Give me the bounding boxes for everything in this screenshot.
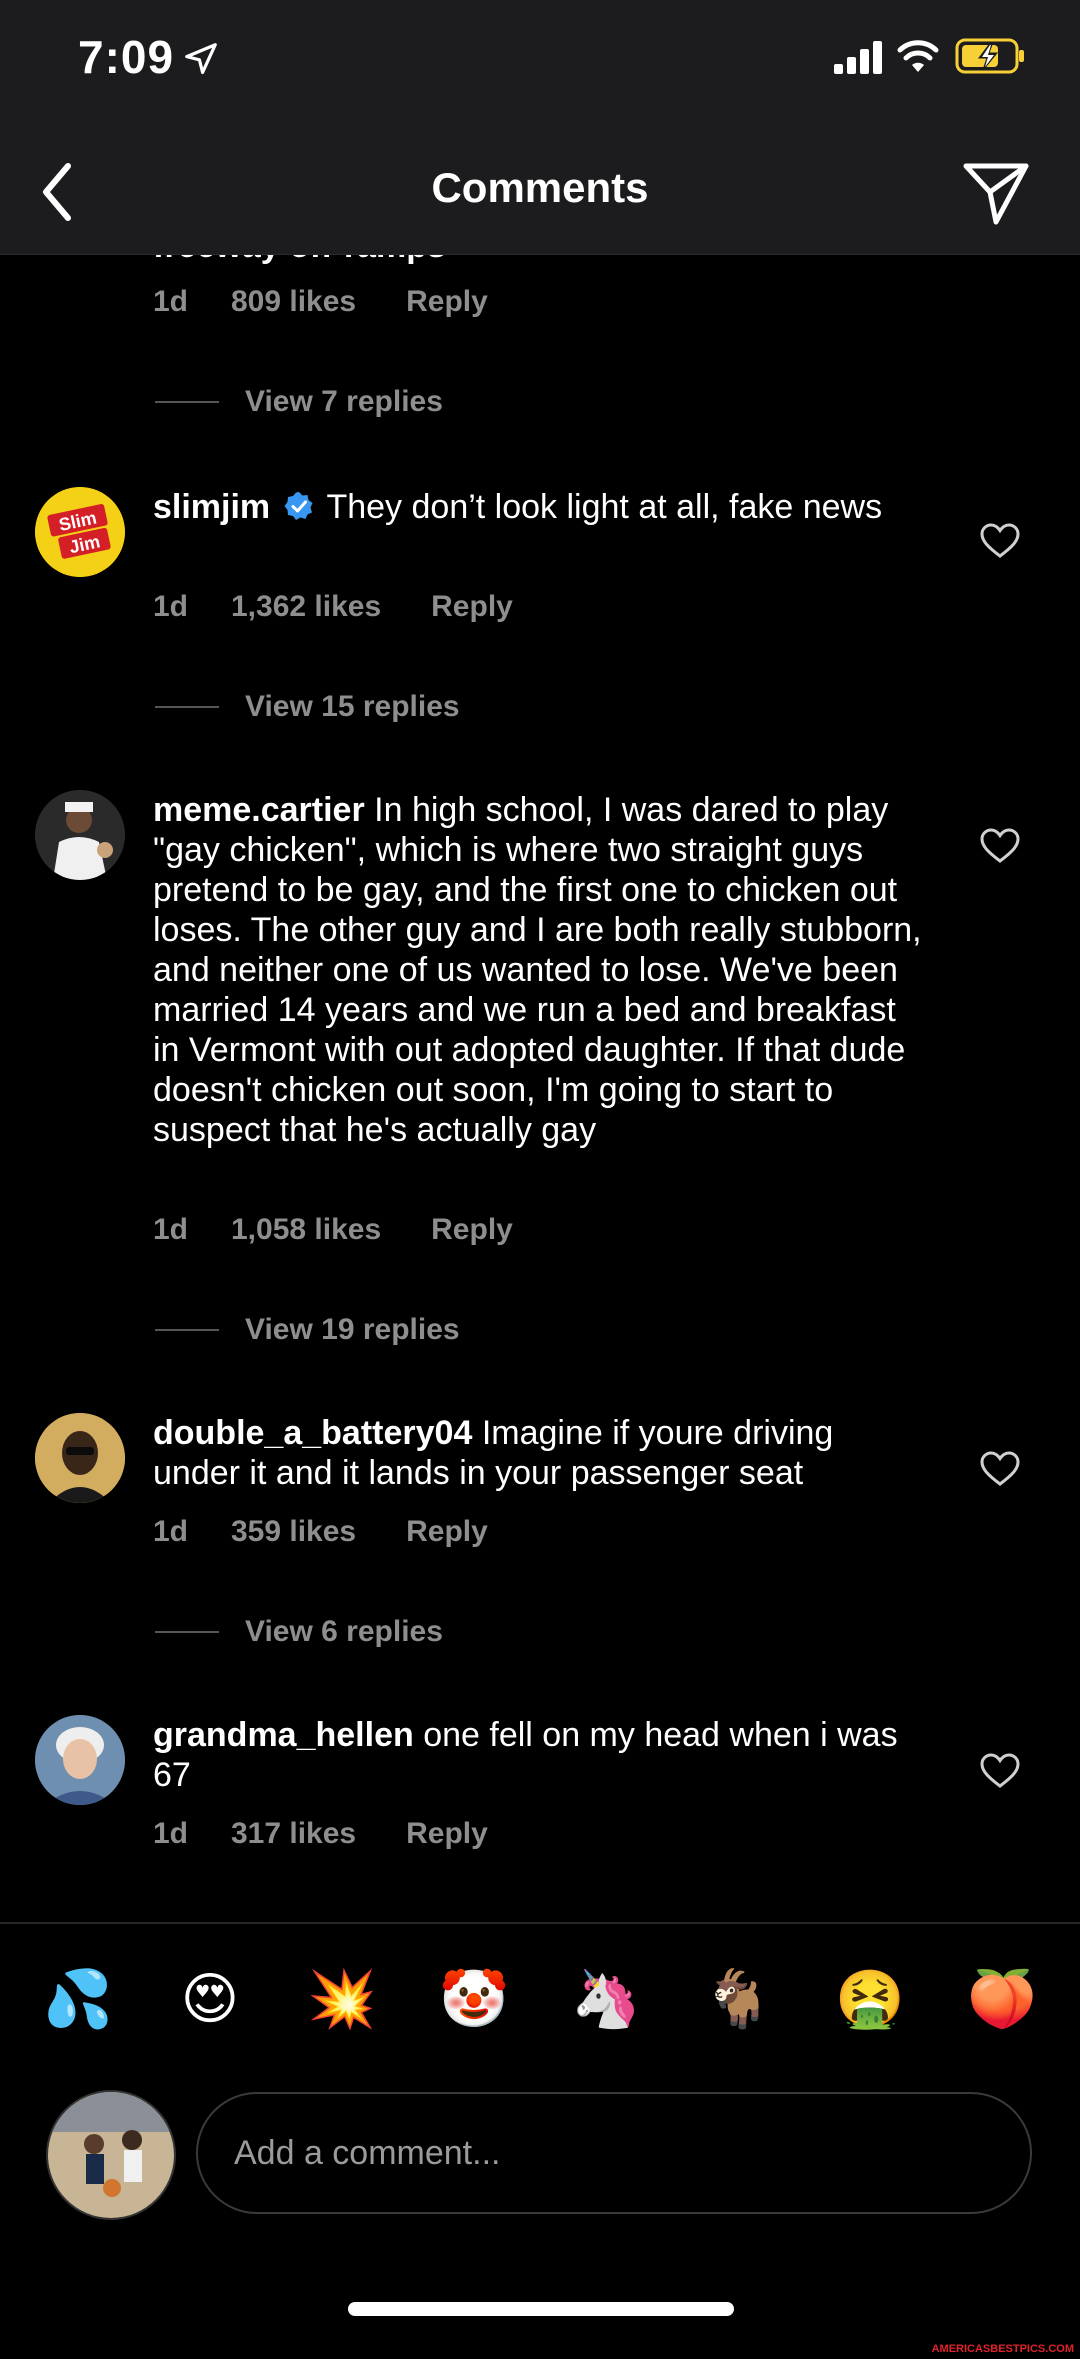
comment-username[interactable]: double_a_battery04	[153, 1414, 472, 1452]
comment-meta: 1d 317 likes Reply	[153, 1817, 488, 1851]
like-heart-icon[interactable]	[980, 1753, 1020, 1789]
partial-comment-text: freeway off-ramps	[153, 255, 446, 266]
comment-meta: 1d 809 likes Reply	[153, 285, 488, 319]
avatar-double-a-battery04[interactable]	[35, 1413, 125, 1503]
comment-meta: 1d 1,058 likes Reply	[153, 1213, 513, 1247]
status-bar: 7:09	[0, 0, 1080, 130]
reply-button[interactable]: Reply	[431, 590, 513, 624]
view-replies-button[interactable]: View 6 replies	[155, 1615, 443, 1649]
comment-username[interactable]: slimjim	[153, 488, 270, 526]
slimjim-logo-icon: Slim Jim	[35, 487, 125, 577]
wifi-icon	[897, 40, 939, 72]
watermark: AMERICASBESTPICS.COM	[931, 2343, 1074, 2355]
view-replies-button[interactable]: View 19 replies	[155, 1313, 460, 1347]
like-heart-icon[interactable]	[980, 1451, 1020, 1487]
comment-time: 1d	[153, 590, 189, 623]
view-replies-button[interactable]: View 7 replies	[155, 385, 443, 419]
replies-divider-line	[155, 1329, 219, 1331]
location-arrow-icon	[185, 43, 217, 75]
vomiting-emoji-button[interactable]: 🤮	[830, 1965, 910, 2035]
comment-meta: 1d 1,362 likes Reply	[153, 590, 513, 624]
user-photo-icon	[35, 1413, 125, 1503]
avatar-grandma-hellen[interactable]	[35, 1715, 125, 1805]
send-direct-icon[interactable]	[960, 156, 1032, 228]
sweat-droplets-emoji-button[interactable]: 💦	[38, 1965, 118, 2035]
comments-header: Comments	[0, 130, 1080, 255]
comment-likes[interactable]: 359 likes	[231, 1515, 356, 1549]
status-time: 7:09	[78, 31, 175, 83]
comment-likes[interactable]: 1,362 likes	[231, 590, 381, 624]
comment-time: 1d	[153, 285, 189, 318]
comment-body: grandma_hellen one fell on my head when …	[153, 1715, 923, 1795]
replies-divider-line	[155, 706, 219, 708]
comment-likes[interactable]: 809 likes	[231, 285, 356, 319]
clown-emoji-button[interactable]: 🤡	[434, 1965, 514, 2035]
reply-button[interactable]: Reply	[406, 1515, 488, 1549]
comment-time: 1d	[153, 1817, 189, 1850]
comments-list: freeway off-ramps 1d 809 likes Reply Vie…	[0, 255, 1080, 1920]
heart-eyes-emoji-button[interactable]: 😍	[170, 1965, 250, 2035]
peach-emoji-button[interactable]: 🍑	[962, 1965, 1042, 2035]
comment-meta: 1d 359 likes Reply	[153, 1515, 488, 1549]
view-replies-label: View 7 replies	[245, 385, 443, 418]
comment-body: slimjim They don’t look light at all, fa…	[153, 487, 923, 527]
view-replies-button[interactable]: View 15 replies	[155, 690, 460, 724]
like-heart-icon[interactable]	[980, 828, 1020, 864]
like-heart-icon[interactable]	[980, 523, 1020, 559]
user-photo-icon	[48, 2092, 174, 2218]
reply-button[interactable]: Reply	[431, 1213, 513, 1247]
comment-username[interactable]: meme.cartier	[153, 791, 365, 829]
cellular-signal-icon	[834, 41, 882, 74]
view-replies-label: View 6 replies	[245, 1615, 443, 1648]
user-photo-icon	[35, 790, 125, 880]
comment-likes[interactable]: 1,058 likes	[231, 1213, 381, 1247]
replies-divider-line	[155, 1631, 219, 1633]
collision-emoji-button[interactable]: 💥	[302, 1965, 382, 2035]
comment-time: 1d	[153, 1515, 189, 1548]
comment-username[interactable]: grandma_hellen	[153, 1716, 414, 1754]
comment-text: In high school, I was dared to play "gay…	[153, 791, 922, 1149]
comment-likes[interactable]: 317 likes	[231, 1817, 356, 1851]
comment-body: meme.cartier In high school, I was dared…	[153, 790, 923, 1150]
reply-button[interactable]: Reply	[406, 285, 488, 319]
user-photo-icon	[35, 1715, 125, 1805]
avatar-slimjim[interactable]: Slim Jim	[35, 487, 125, 577]
add-comment-input[interactable]	[196, 2092, 1032, 2214]
my-avatar	[46, 2090, 176, 2220]
avatar-meme-cartier[interactable]	[35, 790, 125, 880]
replies-divider-line	[155, 401, 219, 403]
comment-time: 1d	[153, 1213, 189, 1246]
verified-badge-icon	[284, 492, 313, 520]
goat-emoji-button[interactable]: 🐐	[698, 1965, 778, 2035]
comment-body: double_a_battery04 Imagine if youre driv…	[153, 1413, 923, 1493]
battery-charging-icon	[955, 38, 1024, 74]
page-title: Comments	[431, 164, 649, 211]
reply-button[interactable]: Reply	[406, 1817, 488, 1851]
home-indicator	[348, 2302, 734, 2316]
view-replies-label: View 15 replies	[245, 690, 460, 723]
emoji-quick-bar: 💦 😍 💥 🤡 🦄 🐐 🤮 🍑	[0, 1965, 1080, 2045]
view-replies-label: View 19 replies	[245, 1313, 460, 1346]
composer-divider	[0, 1922, 1080, 1924]
comment-text: They don’t look light at all, fake news	[326, 488, 883, 526]
unicorn-emoji-button[interactable]: 🦄	[566, 1965, 646, 2035]
